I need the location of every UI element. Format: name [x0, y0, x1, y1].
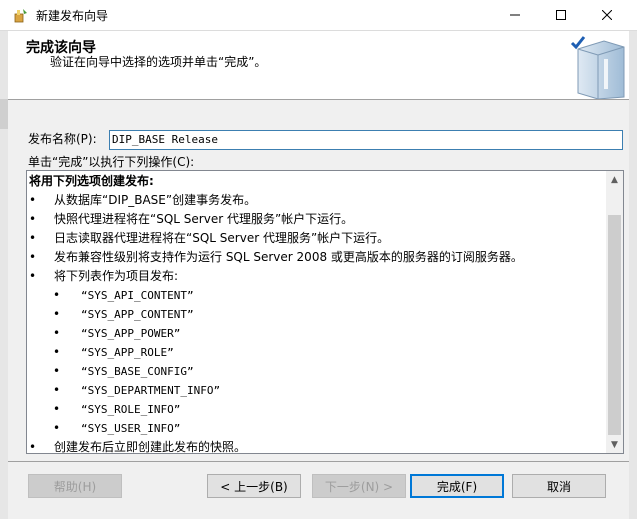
article-name: “SYS_ROLE_INFO” [81, 403, 181, 416]
page-subtitle: 验证在向导中选择的选项并单击“完成”。 [50, 55, 267, 69]
publication-name-label: 发布名称(P): [28, 132, 97, 146]
summary-scrollbar[interactable]: ▲ ▼ [606, 171, 623, 453]
scroll-thumb[interactable] [608, 215, 621, 435]
article-name: “SYS_APP_POWER” [81, 327, 181, 340]
article-item: • “SYS_APP_POWER” [29, 324, 603, 343]
bullet-icon: • [53, 326, 61, 340]
article-name: “SYS_BASE_CONFIG” [81, 365, 194, 378]
bullet-icon: • [53, 383, 61, 397]
minimize-button[interactable] [492, 0, 538, 30]
summary-item-text: 将下列表作为项目发布: [54, 269, 179, 283]
footer-divider [8, 461, 629, 462]
help-button[interactable]: 帮助(H) [28, 474, 122, 498]
summary-item-text: 发布兼容性级别将支持作为运行 SQL Server 2008 或更高版本的服务器… [54, 250, 523, 264]
list-item: • 发布兼容性级别将支持作为运行 SQL Server 2008 或更高版本的服… [29, 248, 603, 267]
summary-item-text: 快照代理进程将在“SQL Server 代理服务”帐户下运行。 [54, 212, 354, 226]
background-window-right [629, 31, 637, 519]
article-name: “SYS_USER_INFO” [81, 422, 181, 435]
list-item: • 将下列表作为项目发布: [29, 267, 603, 286]
finish-button[interactable]: 完成(F) [410, 474, 504, 498]
bullet-icon: • [53, 307, 61, 321]
bullet-icon: • [29, 440, 37, 454]
summary-item-text: 从数据库“DIP_BASE”创建事务发布。 [54, 193, 257, 207]
window-title: 新建发布向导 [36, 9, 109, 23]
next-button[interactable]: 下一步(N) > [312, 474, 406, 498]
bullet-icon: • [53, 402, 61, 416]
summary-textbox[interactable]: 将用下列选项创建发布: • 从数据库“DIP_BASE”创建事务发布。 • 快照… [26, 170, 624, 454]
bullet-icon: • [29, 212, 37, 226]
bullet-icon: • [53, 421, 61, 435]
wizard-app-icon [14, 9, 27, 23]
article-item: • “SYS_BASE_CONFIG” [29, 362, 603, 381]
article-item: • “SYS_API_CONTENT” [29, 286, 603, 305]
scroll-down-icon[interactable]: ▼ [606, 436, 623, 453]
maximize-icon [556, 10, 566, 20]
summary-item-text: 日志读取器代理进程将在“SQL Server 代理服务”帐户下运行。 [54, 231, 390, 245]
list-item: • 创建发布后立即创建此发布的快照。 [29, 438, 603, 454]
article-item: • “SYS_APP_CONTENT” [29, 305, 603, 324]
bullet-icon: • [29, 250, 37, 264]
article-name: “SYS_DEPARTMENT_INFO” [81, 384, 221, 397]
publication-name-input[interactable]: DIP_BASE Release [109, 130, 623, 150]
article-name: “SYS_API_CONTENT” [81, 289, 194, 302]
wizard-book-icon [570, 36, 625, 99]
article-name: “SYS_APP_ROLE” [81, 346, 174, 359]
article-item: • “SYS_ROLE_INFO” [29, 400, 603, 419]
list-item: • 从数据库“DIP_BASE”创建事务发布。 [29, 191, 603, 210]
bullet-icon: • [29, 231, 37, 245]
back-button[interactable]: < 上一步(B) [207, 474, 301, 498]
bullet-icon: • [29, 269, 37, 283]
actions-label: 单击“完成”以执行下列操作(C): [28, 155, 195, 169]
scroll-up-icon[interactable]: ▲ [606, 171, 623, 188]
wizard-header: 完成该向导 验证在向导中选择的选项并单击“完成”。 [8, 31, 629, 100]
title-bar: 新建发布向导 [0, 0, 637, 31]
close-icon [602, 10, 612, 20]
summary-item-text: 创建发布后立即创建此发布的快照。 [54, 440, 247, 454]
bullet-icon: • [29, 193, 37, 207]
list-item: • 快照代理进程将在“SQL Server 代理服务”帐户下运行。 [29, 210, 603, 229]
close-button[interactable] [584, 0, 630, 30]
article-name: “SYS_APP_CONTENT” [81, 308, 194, 321]
summary-content: 将用下列选项创建发布: • 从数据库“DIP_BASE”创建事务发布。 • 快照… [29, 172, 603, 454]
article-item: • “SYS_USER_INFO” [29, 419, 603, 438]
bullet-icon: • [53, 364, 61, 378]
article-item: • “SYS_DEPARTMENT_INFO” [29, 381, 603, 400]
cancel-button[interactable]: 取消 [512, 474, 606, 498]
summary-heading: 将用下列选项创建发布: [29, 174, 154, 188]
background-window-left [0, 31, 8, 519]
bullet-icon: • [53, 288, 61, 302]
article-item: • “SYS_APP_ROLE” [29, 343, 603, 362]
list-item: • 日志读取器代理进程将在“SQL Server 代理服务”帐户下运行。 [29, 229, 603, 248]
minimize-icon [510, 14, 520, 16]
bullet-icon: • [53, 345, 61, 359]
maximize-button[interactable] [538, 0, 584, 30]
